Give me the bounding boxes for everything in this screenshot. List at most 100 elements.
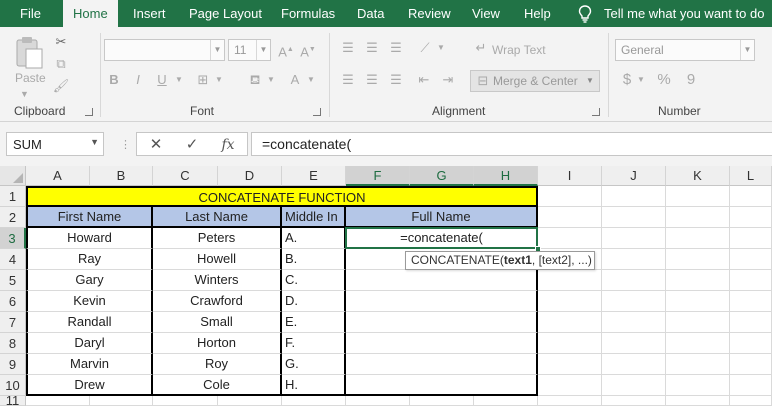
full-name-cell[interactable] bbox=[346, 354, 538, 375]
cell[interactable] bbox=[730, 291, 772, 312]
column-header-k[interactable]: K bbox=[666, 166, 730, 186]
column-header-i[interactable]: I bbox=[538, 166, 602, 186]
cell[interactable] bbox=[730, 186, 772, 207]
cell[interactable] bbox=[26, 396, 90, 406]
comma-style-icon[interactable]: 9 bbox=[684, 71, 698, 89]
align-bottom-icon[interactable]: ☰ bbox=[386, 39, 406, 57]
tab-formulas[interactable]: Formulas bbox=[281, 0, 335, 27]
first-name-cell[interactable]: Drew bbox=[26, 375, 153, 396]
row-header-6[interactable]: 6 bbox=[0, 291, 26, 312]
chevron-down-icon[interactable]: ▼ bbox=[174, 71, 184, 89]
formula-input[interactable]: =concatenate( bbox=[251, 132, 772, 156]
cell[interactable] bbox=[538, 186, 602, 207]
insert-function-icon[interactable]: fx bbox=[217, 136, 239, 154]
column-header-g[interactable]: G bbox=[410, 166, 474, 186]
cell[interactable] bbox=[602, 396, 666, 406]
cancel-icon[interactable]: ✕ bbox=[145, 136, 167, 154]
last-name-cell[interactable]: Roy bbox=[153, 354, 282, 375]
borders-icon[interactable]: ⊞ bbox=[194, 71, 212, 89]
paste-dropdown-icon[interactable]: ▼ bbox=[20, 85, 29, 103]
align-middle-icon[interactable]: ☰ bbox=[362, 39, 382, 57]
chevron-down-icon[interactable]: ▼ bbox=[90, 137, 99, 147]
font-color-icon[interactable]: A bbox=[286, 71, 304, 89]
header-first-name[interactable]: First Name bbox=[26, 207, 153, 228]
first-name-cell[interactable]: Gary bbox=[26, 270, 153, 291]
last-name-cell[interactable]: Peters bbox=[153, 228, 282, 249]
chevron-down-icon[interactable]: ▼ bbox=[436, 39, 446, 57]
last-name-cell[interactable]: Howell bbox=[153, 249, 282, 270]
middle-initial-cell[interactable]: D. bbox=[282, 291, 346, 312]
first-name-cell[interactable]: Daryl bbox=[26, 333, 153, 354]
middle-initial-cell[interactable]: C. bbox=[282, 270, 346, 291]
cell[interactable] bbox=[730, 207, 772, 228]
cell[interactable] bbox=[666, 333, 730, 354]
row-header-3[interactable]: 3 bbox=[0, 228, 26, 249]
cell[interactable] bbox=[538, 375, 602, 396]
middle-initial-cell[interactable]: A. bbox=[282, 228, 346, 249]
name-box[interactable]: SUM ▼ bbox=[6, 132, 104, 156]
cut-icon[interactable]: ✂ bbox=[52, 33, 70, 51]
tab-home[interactable]: Home bbox=[63, 0, 118, 27]
cell[interactable] bbox=[666, 396, 730, 406]
number-format-combo[interactable]: General ▼ bbox=[615, 39, 755, 61]
cell[interactable] bbox=[666, 228, 730, 249]
function-tooltip[interactable]: CONCATENATE(text1, [text2], ...) bbox=[405, 251, 595, 270]
copy-icon[interactable]: ⧉ bbox=[52, 55, 70, 73]
align-right-icon[interactable]: ☰ bbox=[386, 71, 406, 89]
wrap-text-icon[interactable]: ↵ bbox=[472, 39, 490, 57]
tab-review[interactable]: Review bbox=[408, 0, 451, 27]
row-header-8[interactable]: 8 bbox=[0, 333, 26, 354]
align-center-icon[interactable]: ☰ bbox=[362, 71, 382, 89]
increase-font-icon[interactable]: A▲ bbox=[278, 41, 294, 61]
last-name-cell[interactable]: Crawford bbox=[153, 291, 282, 312]
cell[interactable] bbox=[282, 396, 346, 406]
decrease-font-icon[interactable]: A▼ bbox=[300, 41, 316, 61]
cell[interactable] bbox=[538, 207, 602, 228]
currency-icon[interactable]: $ bbox=[620, 71, 634, 89]
merge-center-button[interactable]: ⊟ Merge & Center ▼ bbox=[470, 70, 600, 92]
column-header-a[interactable]: A bbox=[26, 166, 90, 186]
cell[interactable] bbox=[602, 228, 666, 249]
row-header-11[interactable]: 11 bbox=[0, 394, 26, 406]
font-name-combo[interactable]: ▼ bbox=[104, 39, 225, 61]
last-name-cell[interactable]: Small bbox=[153, 312, 282, 333]
increase-indent-icon[interactable]: ⇥ bbox=[438, 71, 458, 89]
cell[interactable] bbox=[730, 249, 772, 270]
row-header-2[interactable]: 2 bbox=[0, 207, 26, 228]
tab-file[interactable]: File bbox=[20, 0, 41, 27]
enter-icon[interactable]: ✓ bbox=[181, 136, 203, 154]
middle-initial-cell[interactable]: G. bbox=[282, 354, 346, 375]
cell[interactable] bbox=[602, 270, 666, 291]
tab-insert[interactable]: Insert bbox=[133, 0, 166, 27]
full-name-cell[interactable] bbox=[346, 375, 538, 396]
middle-initial-cell[interactable]: H. bbox=[282, 375, 346, 396]
cell[interactable] bbox=[538, 291, 602, 312]
cell[interactable] bbox=[666, 312, 730, 333]
row-header-5[interactable]: 5 bbox=[0, 270, 26, 291]
last-name-cell[interactable]: Horton bbox=[153, 333, 282, 354]
first-name-cell[interactable]: Howard bbox=[26, 228, 153, 249]
fill-color-icon[interactable]: ⛾ bbox=[246, 71, 264, 89]
percent-icon[interactable]: % bbox=[656, 71, 672, 89]
orientation-icon[interactable]: ⟋ bbox=[414, 39, 436, 57]
wrap-text-button[interactable]: Wrap Text bbox=[492, 43, 546, 57]
cell[interactable] bbox=[538, 354, 602, 375]
row-header-1[interactable]: 1 bbox=[0, 186, 26, 207]
cell[interactable] bbox=[666, 375, 730, 396]
full-name-cell[interactable] bbox=[346, 270, 538, 291]
cell[interactable] bbox=[474, 396, 538, 406]
row-header-7[interactable]: 7 bbox=[0, 312, 26, 333]
header-middle-initial[interactable]: Middle In bbox=[282, 207, 346, 228]
cell[interactable] bbox=[730, 354, 772, 375]
tab-view[interactable]: View bbox=[472, 0, 500, 27]
decrease-indent-icon[interactable]: ⇤ bbox=[414, 71, 434, 89]
row-header-4[interactable]: 4 bbox=[0, 249, 26, 270]
cell[interactable] bbox=[730, 228, 772, 249]
chevron-down-icon[interactable]: ▼ bbox=[306, 71, 316, 89]
full-name-cell[interactable] bbox=[346, 291, 538, 312]
paste-icon[interactable] bbox=[14, 35, 44, 69]
underline-button[interactable]: U bbox=[154, 71, 170, 89]
header-full-name[interactable]: Full Name bbox=[346, 207, 538, 228]
cell[interactable] bbox=[538, 228, 602, 249]
column-header-f[interactable]: F bbox=[346, 166, 410, 186]
